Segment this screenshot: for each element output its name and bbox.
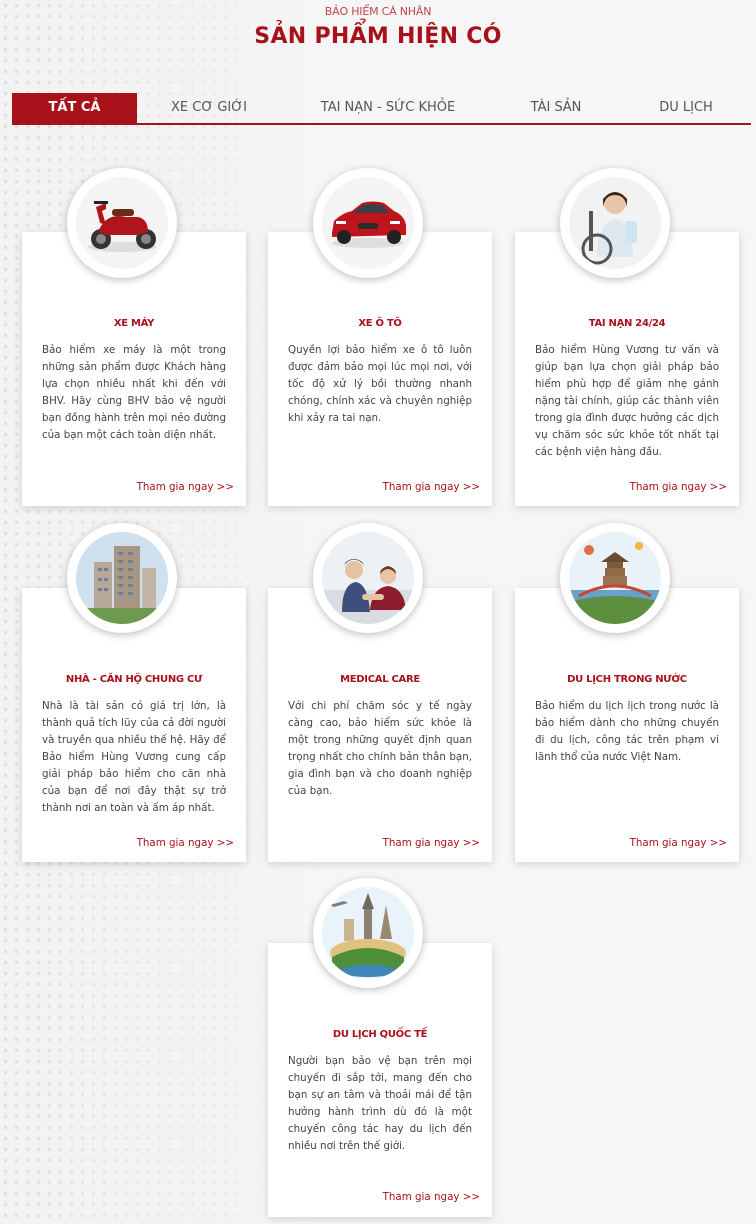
card-title: MEDICAL CARE xyxy=(340,674,420,685)
card-description: Nhà là tài sản có giá trị lớn, là thành … xyxy=(42,700,226,814)
international-travel-image xyxy=(313,878,423,988)
building-icon xyxy=(76,532,168,624)
section-subtitle: BẢO HIỂM CÁ NHÂN xyxy=(324,5,432,18)
card-title: DU LỊCH TRONG NƯỚC xyxy=(567,674,687,685)
card-description: Người bạn bảo vệ bạn trên mọi chuyến đi … xyxy=(288,1055,472,1152)
wheelchair-person-icon xyxy=(569,177,661,269)
card-title: DU LỊCH QUỐC TẾ xyxy=(332,1029,428,1040)
motorbike-icon xyxy=(76,177,168,269)
medical-care-image xyxy=(313,523,423,633)
vietnam-landmark-icon xyxy=(569,532,661,624)
card-description: Bảo hiểm Hùng Vương tư vấn và giúp bạn l… xyxy=(535,344,719,458)
join-now-link[interactable]: Tham gia ngay >> xyxy=(383,481,480,493)
join-now-link[interactable]: Tham gia ngay >> xyxy=(383,1191,480,1203)
card-title: XE MÁY xyxy=(113,318,155,329)
tab-all[interactable]: TẤT CẢ xyxy=(12,93,137,123)
page-title: SẢN PHẨM HIỆN CÓ xyxy=(254,24,502,49)
card-title: TAI NẠN 24/24 xyxy=(588,318,666,329)
tab-motor-vehicles[interactable]: XE CƠ GIỚI xyxy=(149,93,269,123)
card-description: Bảo hiểm xe máy là một trong những sản p… xyxy=(42,344,226,441)
card-title: XE Ô TÔ xyxy=(358,318,402,329)
card-title: NHÀ - CĂN HỘ CHUNG CƯ xyxy=(65,674,203,685)
medical-care-icon xyxy=(322,532,414,624)
tab-property[interactable]: TÀI SẢN xyxy=(512,93,600,123)
join-now-link[interactable]: Tham gia ngay >> xyxy=(383,837,480,849)
join-now-link[interactable]: Tham gia ngay >> xyxy=(630,481,727,493)
apartment-image xyxy=(67,523,177,633)
tab-accident-health[interactable]: TAI NẠN - SỨC KHỎE xyxy=(312,93,464,123)
join-now-link[interactable]: Tham gia ngay >> xyxy=(630,837,727,849)
motorbike-image xyxy=(67,168,177,278)
card-description: Bảo hiểm du lịch lịch trong nước là bảo … xyxy=(535,700,719,763)
join-now-link[interactable]: Tham gia ngay >> xyxy=(137,481,234,493)
car-icon xyxy=(322,177,414,269)
injured-person-image xyxy=(560,168,670,278)
tab-travel[interactable]: DU LỊCH xyxy=(640,93,732,123)
world-landmarks-icon xyxy=(322,887,414,979)
car-image xyxy=(313,168,423,278)
category-tabs: TẤT CẢ XE CƠ GIỚI TAI NẠN - SỨC KHỎE TÀI… xyxy=(12,93,751,125)
card-description: Quyền lợi bảo hiểm xe ô tô luôn được đảm… xyxy=(288,344,472,424)
card-description: Với chi phí chăm sóc y tế ngày càng cao,… xyxy=(288,700,472,797)
domestic-travel-image xyxy=(560,523,670,633)
join-now-link[interactable]: Tham gia ngay >> xyxy=(137,837,234,849)
